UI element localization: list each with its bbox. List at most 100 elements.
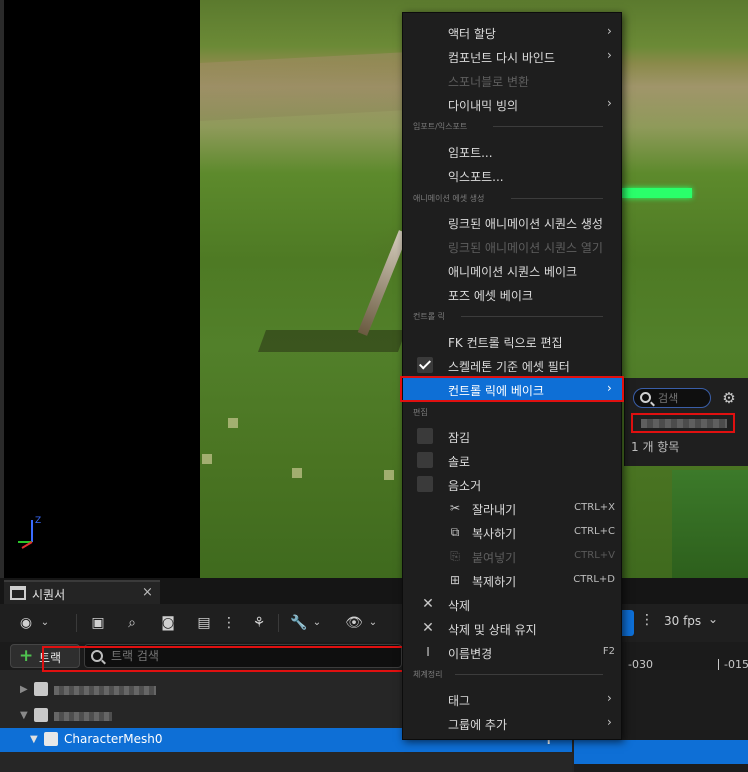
shortcut-label: CTRL+C (574, 526, 615, 537)
chevron-down-icon[interactable]: ⌄ (708, 612, 718, 626)
chevron-down-icon[interactable]: ⌄ (310, 613, 324, 633)
menu-item-label: 컴포넌트 다시 바인드 (448, 51, 555, 65)
details-item-count: 1 개 항목 (631, 440, 680, 454)
collapse-arrow-icon[interactable]: ▼ (30, 734, 38, 745)
toolbar-separator (76, 614, 77, 632)
menu-item-label: 그룹에 추가 (448, 718, 508, 732)
menu-item-solo[interactable]: 솔로 (403, 448, 623, 472)
checkbox-unchecked[interactable] (417, 452, 433, 468)
plus-icon: + (19, 646, 34, 666)
menu-item-label: 삭제 및 상태 유지 (448, 623, 537, 637)
collapse-arrow-icon[interactable]: ▼ (20, 710, 28, 721)
camera-actor-icon (34, 682, 48, 696)
copy-icon: ⧉ (450, 525, 460, 539)
tree-icon[interactable]: ⚘ (246, 613, 272, 633)
menu-item-rename[interactable]: Ⅰ 이름변경 F2 (403, 640, 623, 664)
menu-item-duplicate[interactable]: ⊞ 복제하기 CTRL+D (403, 568, 623, 592)
timeline-selected-bar[interactable] (574, 740, 748, 764)
menu-item-copy[interactable]: ⧉ 복사하기 CTRL+C (403, 520, 623, 544)
details-search-input[interactable] (658, 390, 708, 406)
chevron-down-icon[interactable]: ⌄ (38, 613, 52, 633)
menu-item-create-linked-anim-sequence[interactable]: 링크된 애니메이션 시퀀스 생성 (403, 210, 623, 234)
wrench-icon[interactable]: 🔧 (288, 613, 310, 633)
section-label: 컨트롤 릭 (413, 312, 445, 321)
checkbox-unchecked[interactable] (417, 428, 433, 444)
gear-icon[interactable]: ⚙ (721, 390, 737, 406)
camera-icon[interactable]: ◙ (156, 613, 180, 633)
checkbox-checked[interactable] (417, 357, 433, 373)
menu-item-label: 링크된 애니메이션 시퀀스 열기 (448, 241, 603, 255)
annotation-frame (42, 646, 404, 672)
find-asset-icon[interactable]: ⌕ (120, 613, 144, 633)
scene-green-indicator (622, 188, 692, 198)
annotation-frame (400, 376, 624, 402)
menu-item-delete[interactable]: ✕ 삭제 (403, 592, 623, 616)
scene-shadow (257, 330, 407, 352)
section-divider (461, 316, 603, 317)
menu-item-label: 스포너블로 변환 (448, 75, 530, 89)
menu-item-label: 복사하기 (472, 527, 517, 541)
menu-item-open-linked-anim-sequence[interactable]: 링크된 애니메이션 시퀀스 열기 (403, 234, 623, 258)
submenu-arrow-icon: › (607, 715, 612, 729)
menu-item-delete-keep-state[interactable]: ✕ 삭제 및 상태 유지 (403, 616, 623, 640)
menu-item-label: 액터 할당 (448, 27, 496, 41)
menu-item-assign-actor[interactable]: 액터 할당 › (403, 20, 623, 44)
menu-item-bake-pose-asset[interactable]: 포즈 에셋 베이크 (403, 282, 623, 306)
details-panel: ⚙ 1 개 항목 (624, 378, 748, 466)
level-viewport[interactable]: Z (0, 0, 748, 578)
menu-item-label: 잠김 (448, 431, 471, 445)
menu-item-label: 이름변경 (448, 647, 493, 661)
details-search[interactable] (633, 388, 711, 408)
duplicate-icon: ⊞ (449, 573, 461, 587)
menu-item-label: 다이내믹 빙의 (448, 99, 519, 113)
shortcut-label: CTRL+D (573, 574, 615, 585)
more-options-icon[interactable]: ⋮ (222, 613, 236, 633)
svg-text:Z: Z (35, 516, 41, 526)
play-range-indicator[interactable] (622, 610, 634, 636)
render-movie-icon[interactable]: ▤ (192, 613, 216, 633)
menu-item-label: 솔로 (448, 455, 471, 469)
section-divider (493, 126, 603, 127)
paste-icon: ⎘ (450, 549, 460, 563)
eye-icon[interactable]: 👁 (342, 613, 366, 633)
menu-item-import[interactable]: 임포트... (403, 139, 623, 163)
menu-item-convert-to-spawnable[interactable]: 스포너블로 변환 (403, 68, 623, 92)
menu-item-tags[interactable]: 태그 › (403, 687, 623, 711)
blurred-track-name (54, 686, 156, 695)
menu-item-label: 삭제 (448, 599, 471, 613)
menu-item-paste[interactable]: ⎘ 붙여넣기 CTRL+V (403, 544, 623, 568)
chevron-down-icon[interactable]: ⌄ (366, 613, 380, 633)
section-divider (455, 674, 603, 675)
tab-sequencer[interactable]: 시퀀서 × (4, 580, 160, 604)
submenu-arrow-icon: › (607, 24, 612, 38)
more-options-icon[interactable]: ⋮ (640, 612, 654, 628)
menu-item-label: 포즈 에셋 베이크 (448, 289, 533, 303)
clapperboard-icon (10, 586, 26, 600)
expand-arrow-icon[interactable]: ▶ (20, 684, 28, 695)
menu-item-filter-assets-by-skeleton[interactable]: 스켈레톤 기준 에셋 필터 (403, 353, 623, 377)
viewport-black-area (4, 0, 202, 578)
menu-item-label: 태그 (448, 694, 471, 708)
menu-item-bake-anim-sequence[interactable]: 애니메이션 시퀀스 베이크 (403, 258, 623, 282)
menu-item-export[interactable]: 익스포트... (403, 163, 623, 187)
menu-item-cut[interactable]: ✂ 잘라내기 CTRL+X (403, 496, 623, 520)
menu-item-rebind-component[interactable]: 컴포넌트 다시 바인드 › (403, 44, 623, 68)
menu-item-mute[interactable]: 음소거 (403, 472, 623, 496)
menu-item-label: FK 컨트롤 릭으로 편집 (448, 336, 563, 350)
close-icon[interactable]: × (142, 585, 153, 600)
search-icon (640, 392, 651, 403)
menu-item-label: 스켈레톤 기준 에셋 필터 (448, 360, 570, 374)
sequencer-toolbar: ◉ ⌄ ▣ ⌕ ◙ ▤ ⋮ ⚘ 🔧 ⌄ 👁 ⌄ ⋮ 30 fps ⌄ (0, 604, 748, 642)
delete-x-icon: ✕ (422, 596, 434, 612)
tab-label: 시퀀서 (32, 588, 66, 602)
menu-item-dynamic-possession[interactable]: 다이내믹 빙의 › (403, 92, 623, 116)
save-icon[interactable]: ▣ (88, 613, 108, 633)
details-selected-item[interactable] (631, 413, 735, 433)
checkbox-unchecked[interactable] (417, 476, 433, 492)
menu-item-lock[interactable]: 잠김 (403, 424, 623, 448)
menu-item-add-to-group[interactable]: 그룹에 추가 › (403, 711, 623, 735)
menu-item-label: 음소거 (448, 479, 482, 493)
fps-selector[interactable]: 30 fps (664, 614, 701, 628)
world-icon[interactable]: ◉ (14, 613, 38, 633)
menu-item-edit-with-fk-control-rig[interactable]: FK 컨트롤 릭으로 편집 (403, 329, 623, 353)
